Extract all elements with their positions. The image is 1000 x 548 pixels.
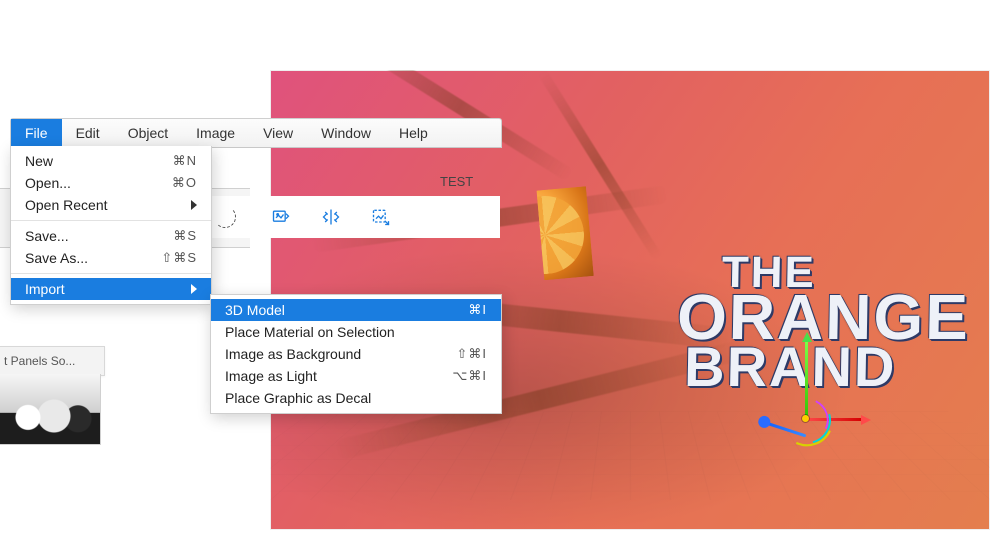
file-menu-open[interactable]: Open... ⌘O (11, 172, 211, 194)
menu-help[interactable]: Help (385, 119, 442, 147)
file-menu-import[interactable]: Import (11, 278, 211, 300)
import-image-light[interactable]: Image as Light ⌥⌘I (211, 365, 501, 387)
menu-item-shortcut: ⇧⌘S (161, 250, 197, 266)
menu-edit[interactable]: Edit (62, 119, 114, 147)
menu-item-label: Open Recent (25, 197, 108, 213)
ground-grid (270, 412, 990, 500)
menu-item-label: Save... (25, 228, 69, 244)
menu-object[interactable]: Object (114, 119, 182, 147)
import-3d-model[interactable]: 3D Model ⌘I (211, 299, 501, 321)
menu-separator (11, 273, 211, 274)
file-menu-save-as[interactable]: Save As... ⇧⌘S (11, 247, 211, 269)
menu-item-label: Place Material on Selection (225, 324, 395, 340)
menu-item-shortcut: ⌘O (172, 175, 197, 191)
menu-item-label: Import (25, 281, 65, 297)
menu-image[interactable]: Image (182, 119, 249, 147)
menu-item-shortcut: ⌘N (173, 153, 197, 169)
menu-separator (11, 220, 211, 221)
panel-tab-label: t Panels So... (4, 354, 75, 368)
submenu-arrow-icon (191, 200, 197, 210)
menu-file[interactable]: File (11, 119, 62, 147)
menu-item-label: 3D Model (225, 302, 285, 318)
logo-line-3: BRAND (684, 344, 970, 390)
material-thumbnail[interactable] (0, 374, 101, 445)
file-menu-save[interactable]: Save... ⌘S (11, 225, 211, 247)
selection-marquee-icon[interactable] (214, 206, 236, 228)
panel-tab-truncated[interactable]: t Panels So... (0, 346, 105, 376)
import-place-decal[interactable]: Place Graphic as Decal (211, 387, 501, 409)
menu-item-label: Open... (25, 175, 71, 191)
menu-bar[interactable]: File Edit Object Image View Window Help (10, 118, 502, 148)
menu-item-label: Save As... (25, 250, 88, 266)
import-submenu[interactable]: 3D Model ⌘I Place Material on Selection … (210, 294, 502, 414)
menu-item-label: Place Graphic as Decal (225, 390, 371, 406)
orange-slice (496, 186, 594, 284)
logo-3d-text[interactable]: THE ORANGE BRAND (676, 255, 971, 389)
menu-window[interactable]: Window (307, 119, 385, 147)
menu-item-shortcut: ⌥⌘I (452, 368, 487, 384)
submenu-arrow-icon (191, 284, 197, 294)
file-menu-open-recent[interactable]: Open Recent (11, 194, 211, 216)
file-menu-dropdown[interactable]: New ⌘N Open... ⌘O Open Recent Save... ⌘S… (10, 146, 212, 305)
menu-item-shortcut: ⇧⌘I (456, 346, 487, 362)
menu-item-shortcut: ⌘S (173, 228, 197, 244)
decal-place-icon[interactable] (370, 206, 392, 228)
symmetry-icon[interactable] (320, 206, 342, 228)
menu-item-shortcut: ⌘I (468, 302, 487, 318)
secondary-toolbar (210, 196, 500, 238)
import-place-material[interactable]: Place Material on Selection (211, 321, 501, 343)
image-fit-icon[interactable] (270, 206, 292, 228)
menu-item-label: Image as Light (225, 368, 317, 384)
menu-view[interactable]: View (249, 119, 307, 147)
import-image-background[interactable]: Image as Background ⇧⌘I (211, 343, 501, 365)
menu-item-label: Image as Background (225, 346, 361, 362)
menu-item-label: New (25, 153, 53, 169)
file-menu-new[interactable]: New ⌘N (11, 150, 211, 172)
document-title: TEST (440, 174, 473, 189)
